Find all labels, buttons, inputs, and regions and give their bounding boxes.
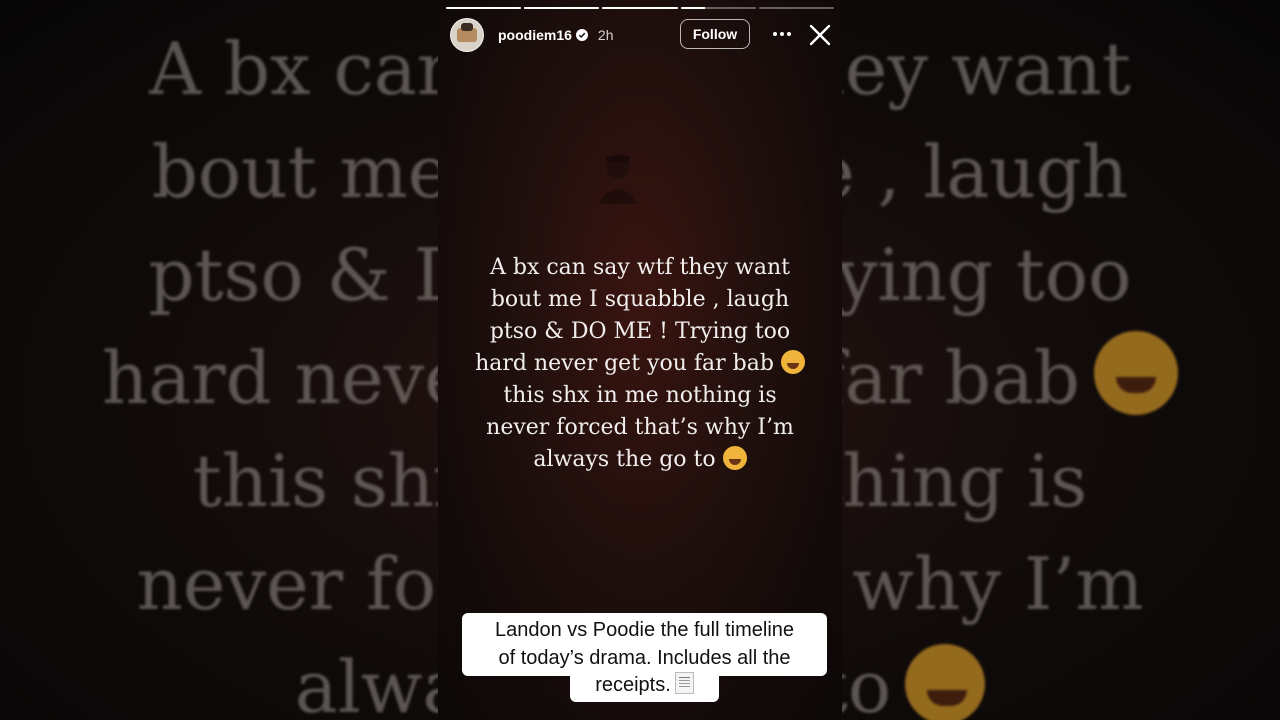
progress-segment — [524, 7, 600, 9]
winking-face-icon — [905, 644, 986, 720]
story-viewer[interactable]: poodiem16 2h Follow A bx can say wtf the… — [438, 0, 842, 720]
caption-line: A bx can say wtf they want — [489, 255, 790, 280]
story-progress-bar — [446, 7, 835, 9]
caption-line: bout me I squabble , laugh — [490, 287, 790, 312]
laughing-face-icon — [1094, 331, 1179, 415]
more-options-icon[interactable] — [770, 22, 794, 46]
laughing-face-emoji — [780, 350, 805, 374]
progress-segment — [680, 7, 756, 9]
video-title-text: Landon vs Poodie the full timeline of to… — [462, 617, 827, 700]
caption-line: hard never get you far bab — [462, 348, 818, 380]
caption-line: this shx in me nothing is — [503, 383, 777, 408]
overlay-line: receipts. — [462, 672, 827, 700]
username[interactable]: poodiem16 — [498, 27, 572, 43]
verified-badge-icon — [575, 29, 588, 41]
story-caption: A bx can say wtf they want bout me I squ… — [462, 252, 818, 476]
caption-line: always the go to — [462, 444, 818, 476]
winking-face-emoji — [722, 446, 747, 470]
caption-line: ptso & DO ME ! Trying too — [489, 319, 791, 344]
story-header: poodiem16 2h Follow — [450, 18, 833, 52]
follow-button[interactable]: Follow — [680, 19, 750, 49]
faint-figure-image — [598, 153, 638, 204]
time-ago: 2h — [597, 27, 614, 43]
close-icon[interactable] — [807, 22, 833, 48]
progress-segment — [446, 7, 522, 9]
avatar[interactable] — [450, 18, 484, 52]
progress-segment — [602, 7, 678, 9]
overlay-line: of today’s drama. Includes all the — [498, 646, 791, 669]
overlay-line: Landon vs Poodie the full timeline — [494, 619, 795, 641]
caption-line: never forced that’s why I’m — [486, 415, 794, 440]
progress-segment — [758, 7, 835, 9]
receipt-icon — [674, 672, 694, 694]
